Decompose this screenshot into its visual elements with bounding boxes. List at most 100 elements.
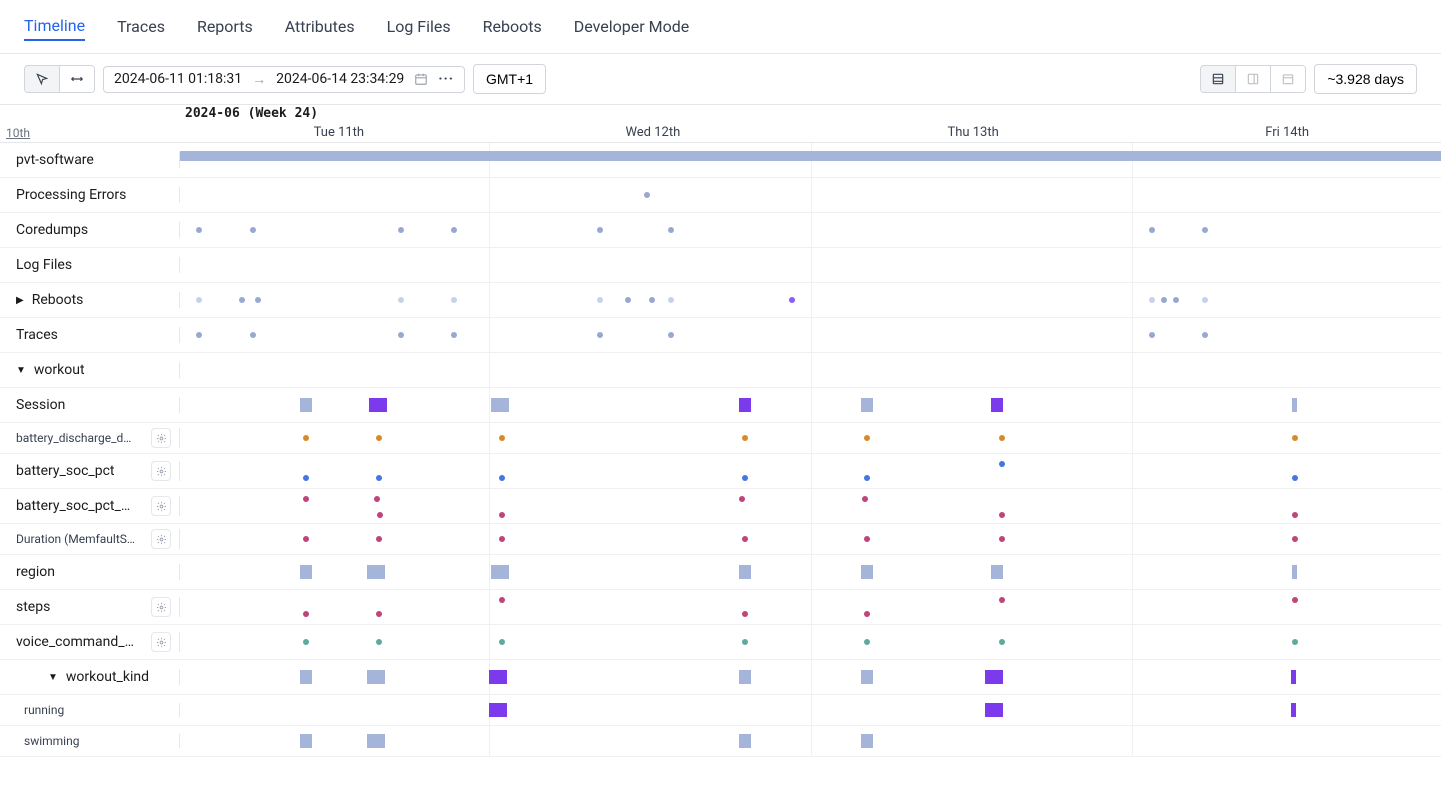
session-block[interactable] [300,670,312,684]
view-calendar-button[interactable] [1271,66,1305,92]
event-dot[interactable] [864,639,870,645]
row-label-battery-discharge-duration[interactable]: battery_discharge_duratio... [0,428,180,448]
metric-dot[interactable] [739,496,745,502]
session-block[interactable] [861,734,873,748]
row-track[interactable] [180,318,1441,352]
row-track[interactable] [180,555,1441,589]
tab-traces[interactable]: Traces [117,13,165,40]
session-block[interactable] [1291,703,1296,717]
event-dot[interactable] [499,435,505,441]
session-block[interactable] [861,565,873,579]
session-block[interactable] [991,565,1003,579]
date-range-picker[interactable]: 2024-06-11 01:18:31 → 2024-06-14 23:34:2… [103,66,465,93]
row-track[interactable] [180,248,1441,282]
gear-icon[interactable] [151,632,171,652]
event-dot[interactable] [499,536,505,542]
event-dot[interactable] [864,435,870,441]
session-block[interactable] [300,734,312,748]
event-dot[interactable] [196,332,202,338]
tab-reports[interactable]: Reports [197,13,253,40]
cursor-pan-button[interactable] [60,66,94,92]
row-track[interactable] [180,178,1441,212]
session-block[interactable] [300,565,312,579]
metric-dot[interactable] [742,611,748,617]
event-dot[interactable] [196,227,202,233]
row-track[interactable] [180,283,1441,317]
metric-dot[interactable] [376,475,382,481]
duration-display[interactable]: ~3.928 days [1314,64,1417,94]
metric-dot[interactable] [499,597,505,603]
session-block[interactable] [985,703,1003,717]
row-label-region[interactable]: region [0,564,180,580]
reboot-dot[interactable] [196,297,202,303]
session-block[interactable] [739,670,751,684]
event-dot[interactable] [398,332,404,338]
caret-icon[interactable]: ▶ [16,295,24,306]
metric-dot[interactable] [303,611,309,617]
reboot-dot[interactable] [1173,297,1179,303]
event-dot[interactable] [1202,227,1208,233]
tab-log-files[interactable]: Log Files [387,13,451,40]
event-dot[interactable] [668,332,674,338]
event-dot[interactable] [668,227,674,233]
row-label-pvt-software[interactable]: pvt-software [0,152,180,168]
row-track[interactable] [180,489,1441,523]
reboot-dot[interactable] [625,297,631,303]
reboot-dot[interactable] [1202,297,1208,303]
row-label-coredumps[interactable]: Coredumps [0,222,180,238]
metric-dot[interactable] [862,496,868,502]
session-block[interactable] [985,670,1003,684]
session-block[interactable] [861,398,873,412]
caret-icon[interactable]: ▼ [48,672,58,683]
row-label-voice-command-count[interactable]: voice_command_count [0,632,180,652]
row-label-traces[interactable]: Traces [0,327,180,343]
event-dot[interactable] [1202,332,1208,338]
row-label-duration-sdk[interactable]: Duration (MemfaultSdkMe... [0,529,180,549]
ellipsis-icon[interactable]: ··· [438,71,454,87]
row-track[interactable] [180,726,1441,756]
row-track[interactable] [180,454,1441,488]
reboot-dot[interactable] [668,297,674,303]
row-track[interactable] [180,590,1441,624]
metric-dot[interactable] [742,475,748,481]
row-track[interactable] [180,625,1441,659]
session-block[interactable] [367,734,385,748]
reboot-dot[interactable] [451,297,457,303]
event-dot[interactable] [597,332,603,338]
event-dot[interactable] [451,227,457,233]
row-track[interactable] [180,388,1441,422]
event-dot[interactable] [1292,435,1298,441]
event-dot[interactable] [250,227,256,233]
session-block[interactable] [367,565,385,579]
gear-icon[interactable] [151,597,171,617]
gear-icon[interactable] [151,428,171,448]
event-dot[interactable] [644,192,650,198]
metric-dot[interactable] [303,475,309,481]
tab-attributes[interactable]: Attributes [285,13,355,40]
event-dot[interactable] [376,435,382,441]
reboot-dot[interactable] [398,297,404,303]
cursor-select-button[interactable] [25,66,60,92]
metric-dot[interactable] [1292,512,1298,518]
view-list-button[interactable] [1201,66,1236,92]
row-track[interactable] [180,524,1441,554]
row-label-swimming[interactable]: swimming [0,734,180,748]
prev-day-label[interactable]: 10th [6,126,30,140]
session-block[interactable] [367,670,385,684]
metric-dot[interactable] [864,475,870,481]
reboot-dot[interactable] [1161,297,1167,303]
reboot-dot[interactable] [649,297,655,303]
metric-dot[interactable] [377,512,383,518]
metric-dot[interactable] [999,512,1005,518]
metric-dot[interactable] [499,475,505,481]
session-block[interactable] [491,565,509,579]
metric-dot[interactable] [374,496,380,502]
event-dot[interactable] [1149,332,1155,338]
metric-dot[interactable] [1292,597,1298,603]
row-track[interactable] [180,213,1441,247]
session-block[interactable] [991,398,1003,412]
event-dot[interactable] [1292,536,1298,542]
event-dot[interactable] [499,639,505,645]
event-dot[interactable] [303,435,309,441]
row-label-session[interactable]: Session [0,397,180,413]
